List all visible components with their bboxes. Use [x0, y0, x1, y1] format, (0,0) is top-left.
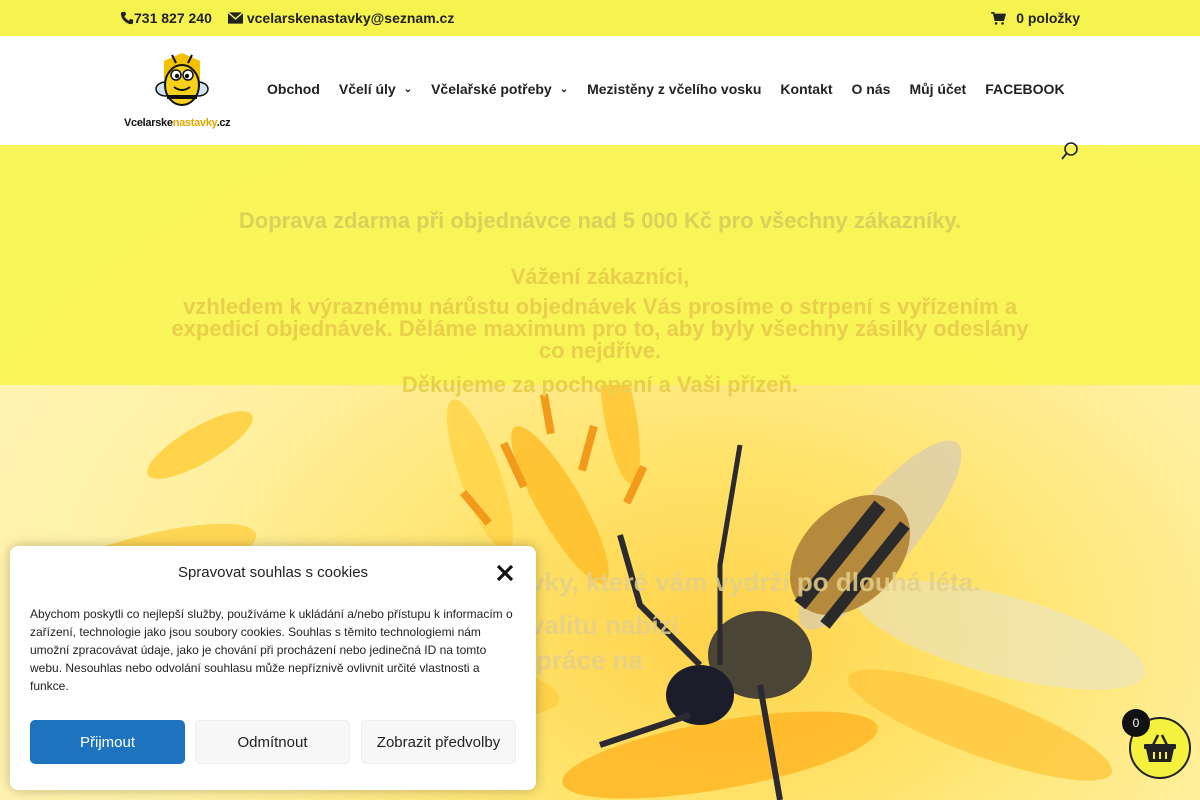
- nav-label: FACEBOOK: [985, 81, 1065, 97]
- nav-item-vceli-uly[interactable]: Včelí úly ⌄: [339, 81, 412, 97]
- hero-subtitle-2: valitu nabízí: [530, 610, 679, 640]
- logo-text: Vcelarskenastavky.cz: [124, 117, 231, 129]
- shipping-notice: Doprava zdarma při objednávce nad 5 000 …: [238, 208, 962, 233]
- envelope-icon: [227, 12, 243, 24]
- email-link[interactable]: vcelarskenastavky@seznam.cz: [227, 10, 455, 26]
- contact-info: 731 827 240 vcelarskenastavky@seznam.cz: [120, 10, 454, 26]
- chevron-down-icon: ⌄: [559, 83, 569, 95]
- deny-button[interactable]: Odmítnout: [195, 720, 350, 764]
- search-icon[interactable]: [1061, 142, 1079, 160]
- nav-item-muj-ucet[interactable]: Můj účet: [909, 81, 966, 97]
- email-address: vcelarskenastavky@seznam.cz: [246, 10, 455, 26]
- cart-count-badge: 0: [1122, 709, 1150, 737]
- preferences-button[interactable]: Zobrazit předvolby: [361, 720, 516, 764]
- cart-link[interactable]: 0 položky: [991, 10, 1080, 26]
- close-icon[interactable]: [496, 564, 514, 582]
- main-nav: Obchod Včelí úly ⌄ Včelařské potřeby ⌄ Mez…: [267, 81, 1065, 97]
- nav-item-mezisteny[interactable]: Mezistěny z včelího vosku: [587, 81, 761, 97]
- cookie-description: Abychom poskytli co nejlepší služby, pou…: [30, 607, 513, 693]
- shopping-cart-icon: [991, 11, 1007, 25]
- hero-subtitle-3: práce na: [536, 645, 643, 675]
- phone-link[interactable]: 731 827 240: [120, 10, 212, 26]
- bee-logo-icon: [155, 53, 209, 106]
- chevron-down-icon: ⌄: [403, 83, 413, 95]
- phone-number: 731 827 240: [134, 10, 212, 26]
- top-bar: 731 827 240 vcelarskenastavky@seznam.cz …: [0, 0, 1200, 36]
- accept-button[interactable]: Přijmout: [30, 720, 185, 764]
- nav-label: Mezistěny z včelího vosku: [587, 81, 762, 97]
- nav-label: Včelařské potřeby: [431, 81, 552, 97]
- nav-label: O nás: [851, 81, 891, 97]
- nav-item-vcelarske-potreby[interactable]: Včelařské potřeby ⌄: [431, 81, 568, 97]
- nav-item-obchod[interactable]: Obchod: [267, 81, 320, 97]
- basket-icon: [1144, 734, 1176, 762]
- nav-item-kontakt[interactable]: Kontakt: [780, 81, 832, 97]
- site-header: Vcelarskenastavky.cz Obchod Včelí úly ⌄ V…: [0, 36, 1200, 145]
- cart-count-label: 0 položky: [1016, 10, 1080, 26]
- nav-label: Včelí úly: [338, 81, 396, 97]
- greeting-text: Vážení zákazníci,: [510, 264, 690, 289]
- cookie-consent-dialog: Spravovat souhlas s cookies Abychom posk…: [10, 546, 536, 790]
- nav-label: Kontakt: [780, 81, 833, 97]
- hero-subtitle-1: vky, které vám vydrží po dlouhá léta.: [530, 567, 981, 597]
- phone-icon: [120, 11, 134, 25]
- nav-item-o-nas[interactable]: O nás: [852, 81, 891, 97]
- nav-label: Můj účet: [909, 81, 967, 97]
- thanks-text: Děkujeme za pochopení a Vaši přízeň.: [401, 372, 799, 397]
- nav-item-facebook[interactable]: FACEBOOK: [985, 81, 1064, 97]
- site-logo[interactable]: Vcelarskenastavky.cz: [122, 51, 246, 131]
- order-notice: vzhledem k výraznému nárůstu objednávek …: [171, 294, 1029, 363]
- nav-label: Obchod: [267, 81, 320, 97]
- cookie-title: Spravovat souhlas s cookies: [177, 564, 369, 581]
